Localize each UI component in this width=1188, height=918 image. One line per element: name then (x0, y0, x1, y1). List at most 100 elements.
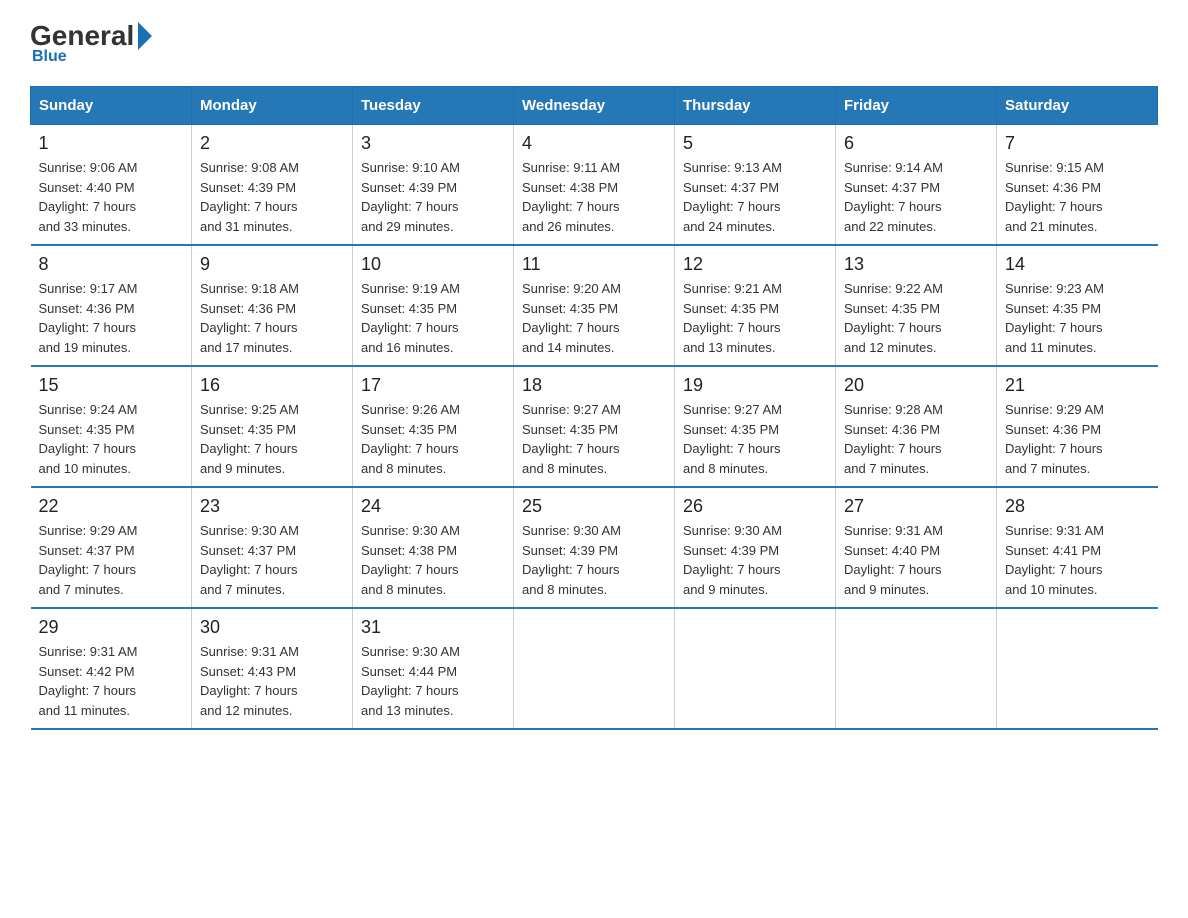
calendar-day-cell: 4 Sunrise: 9:11 AMSunset: 4:38 PMDaylight… (514, 125, 675, 246)
day-number: 3 (361, 133, 505, 154)
day-number: 12 (683, 254, 827, 275)
day-info: Sunrise: 9:31 AMSunset: 4:42 PMDaylight:… (39, 642, 184, 720)
day-info: Sunrise: 9:30 AMSunset: 4:38 PMDaylight:… (361, 521, 505, 599)
day-info: Sunrise: 9:30 AMSunset: 4:44 PMDaylight:… (361, 642, 505, 720)
day-number: 22 (39, 496, 184, 517)
calendar-day-cell: 7 Sunrise: 9:15 AMSunset: 4:36 PMDaylight… (997, 125, 1158, 246)
day-info: Sunrise: 9:19 AMSunset: 4:35 PMDaylight:… (361, 279, 505, 357)
day-number: 7 (1005, 133, 1150, 154)
day-number: 26 (683, 496, 827, 517)
day-info: Sunrise: 9:27 AMSunset: 4:35 PMDaylight:… (683, 400, 827, 478)
calendar-day-cell (836, 608, 997, 729)
calendar-day-cell: 10 Sunrise: 9:19 AMSunset: 4:35 PMDayligh… (353, 245, 514, 366)
calendar-day-cell: 27 Sunrise: 9:31 AMSunset: 4:40 PMDayligh… (836, 487, 997, 608)
calendar-day-cell: 6 Sunrise: 9:14 AMSunset: 4:37 PMDaylight… (836, 125, 997, 246)
day-number: 24 (361, 496, 505, 517)
day-number: 27 (844, 496, 988, 517)
calendar-day-cell: 28 Sunrise: 9:31 AMSunset: 4:41 PMDayligh… (997, 487, 1158, 608)
day-number: 9 (200, 254, 344, 275)
day-info: Sunrise: 9:27 AMSunset: 4:35 PMDaylight:… (522, 400, 666, 478)
calendar-day-cell: 13 Sunrise: 9:22 AMSunset: 4:35 PMDayligh… (836, 245, 997, 366)
day-number: 25 (522, 496, 666, 517)
calendar-day-cell: 25 Sunrise: 9:30 AMSunset: 4:39 PMDayligh… (514, 487, 675, 608)
calendar-day-cell: 30 Sunrise: 9:31 AMSunset: 4:43 PMDayligh… (192, 608, 353, 729)
day-info: Sunrise: 9:11 AMSunset: 4:38 PMDaylight:… (522, 158, 666, 236)
calendar-day-cell (997, 608, 1158, 729)
day-info: Sunrise: 9:18 AMSunset: 4:36 PMDaylight:… (200, 279, 344, 357)
day-number: 15 (39, 375, 184, 396)
day-number: 30 (200, 617, 344, 638)
day-info: Sunrise: 9:17 AMSunset: 4:36 PMDaylight:… (39, 279, 184, 357)
calendar-table: SundayMondayTuesdayWednesdayThursdayFrid… (30, 86, 1158, 730)
day-number: 11 (522, 254, 666, 275)
day-info: Sunrise: 9:31 AMSunset: 4:40 PMDaylight:… (844, 521, 988, 599)
day-info: Sunrise: 9:21 AMSunset: 4:35 PMDaylight:… (683, 279, 827, 357)
calendar-day-cell: 21Sunrise: 9:29 AMSunset: 4:36 PMDayligh… (997, 366, 1158, 487)
day-number: 10 (361, 254, 505, 275)
day-number: 4 (522, 133, 666, 154)
calendar-week-row: 1Sunrise: 9:06 AMSunset: 4:40 PMDaylight… (31, 125, 1158, 246)
calendar-day-cell: 9 Sunrise: 9:18 AMSunset: 4:36 PMDaylight… (192, 245, 353, 366)
calendar-day-cell: 31 Sunrise: 9:30 AMSunset: 4:44 PMDayligh… (353, 608, 514, 729)
day-info: Sunrise: 9:08 AMSunset: 4:39 PMDaylight:… (200, 158, 344, 236)
calendar-week-row: 8 Sunrise: 9:17 AMSunset: 4:36 PMDaylight… (31, 245, 1158, 366)
day-number: 8 (39, 254, 184, 275)
column-header-tuesday: Tuesday (353, 87, 514, 125)
day-number: 31 (361, 617, 505, 638)
day-info: Sunrise: 9:28 AMSunset: 4:36 PMDaylight:… (844, 400, 988, 478)
calendar-day-cell: 26 Sunrise: 9:30 AMSunset: 4:39 PMDayligh… (675, 487, 836, 608)
day-info: Sunrise: 9:10 AMSunset: 4:39 PMDaylight:… (361, 158, 505, 236)
calendar-day-cell: 18Sunrise: 9:27 AMSunset: 4:35 PMDayligh… (514, 366, 675, 487)
calendar-day-cell: 24 Sunrise: 9:30 AMSunset: 4:38 PMDayligh… (353, 487, 514, 608)
day-number: 1 (39, 133, 184, 154)
day-info: Sunrise: 9:30 AMSunset: 4:37 PMDaylight:… (200, 521, 344, 599)
calendar-day-cell: 8 Sunrise: 9:17 AMSunset: 4:36 PMDaylight… (31, 245, 192, 366)
day-info: Sunrise: 9:15 AMSunset: 4:36 PMDaylight:… (1005, 158, 1150, 236)
day-info: Sunrise: 9:25 AMSunset: 4:35 PMDaylight:… (200, 400, 344, 478)
calendar-week-row: 15 Sunrise: 9:24 AMSunset: 4:35 PMDayligh… (31, 366, 1158, 487)
day-info: Sunrise: 9:22 AMSunset: 4:35 PMDaylight:… (844, 279, 988, 357)
calendar-day-cell: 3 Sunrise: 9:10 AMSunset: 4:39 PMDaylight… (353, 125, 514, 246)
day-info: Sunrise: 9:24 AMSunset: 4:35 PMDaylight:… (39, 400, 184, 478)
calendar-day-cell (514, 608, 675, 729)
day-info: Sunrise: 9:31 AMSunset: 4:41 PMDaylight:… (1005, 521, 1150, 599)
calendar-day-cell: 12 Sunrise: 9:21 AMSunset: 4:35 PMDayligh… (675, 245, 836, 366)
logo-blue-text: Blue (32, 48, 67, 66)
day-number: 6 (844, 133, 988, 154)
page-header: General Blue (30, 20, 1158, 66)
column-header-wednesday: Wednesday (514, 87, 675, 125)
day-info: Sunrise: 9:14 AMSunset: 4:37 PMDaylight:… (844, 158, 988, 236)
calendar-day-cell (675, 608, 836, 729)
column-header-monday: Monday (192, 87, 353, 125)
calendar-day-cell: 19 Sunrise: 9:27 AMSunset: 4:35 PMDayligh… (675, 366, 836, 487)
calendar-day-cell: 20 Sunrise: 9:28 AMSunset: 4:36 PMDayligh… (836, 366, 997, 487)
column-header-thursday: Thursday (675, 87, 836, 125)
day-number: 20 (844, 375, 988, 396)
day-number: 28 (1005, 496, 1150, 517)
day-number: 19 (683, 375, 827, 396)
column-header-sunday: Sunday (31, 87, 192, 125)
calendar-day-cell: 23Sunrise: 9:30 AMSunset: 4:37 PMDayligh… (192, 487, 353, 608)
column-header-friday: Friday (836, 87, 997, 125)
day-info: Sunrise: 9:13 AMSunset: 4:37 PMDaylight:… (683, 158, 827, 236)
day-info: Sunrise: 9:26 AMSunset: 4:35 PMDaylight:… (361, 400, 505, 478)
calendar-day-cell: 14Sunrise: 9:23 AMSunset: 4:35 PMDayligh… (997, 245, 1158, 366)
day-info: Sunrise: 9:30 AMSunset: 4:39 PMDaylight:… (683, 521, 827, 599)
day-number: 17 (361, 375, 505, 396)
calendar-header-row: SundayMondayTuesdayWednesdayThursdayFrid… (31, 87, 1158, 125)
day-info: Sunrise: 9:30 AMSunset: 4:39 PMDaylight:… (522, 521, 666, 599)
day-number: 5 (683, 133, 827, 154)
day-number: 16 (200, 375, 344, 396)
calendar-day-cell: 22 Sunrise: 9:29 AMSunset: 4:37 PMDayligh… (31, 487, 192, 608)
logo: General Blue (30, 20, 152, 66)
day-number: 13 (844, 254, 988, 275)
calendar-day-cell: 1Sunrise: 9:06 AMSunset: 4:40 PMDaylight… (31, 125, 192, 246)
day-info: Sunrise: 9:29 AMSunset: 4:36 PMDaylight:… (1005, 400, 1150, 478)
logo-triangle-icon (138, 22, 152, 50)
day-info: Sunrise: 9:31 AMSunset: 4:43 PMDaylight:… (200, 642, 344, 720)
calendar-day-cell: 2Sunrise: 9:08 AMSunset: 4:39 PMDaylight… (192, 125, 353, 246)
day-info: Sunrise: 9:29 AMSunset: 4:37 PMDaylight:… (39, 521, 184, 599)
column-header-saturday: Saturday (997, 87, 1158, 125)
day-number: 29 (39, 617, 184, 638)
calendar-day-cell: 17 Sunrise: 9:26 AMSunset: 4:35 PMDayligh… (353, 366, 514, 487)
